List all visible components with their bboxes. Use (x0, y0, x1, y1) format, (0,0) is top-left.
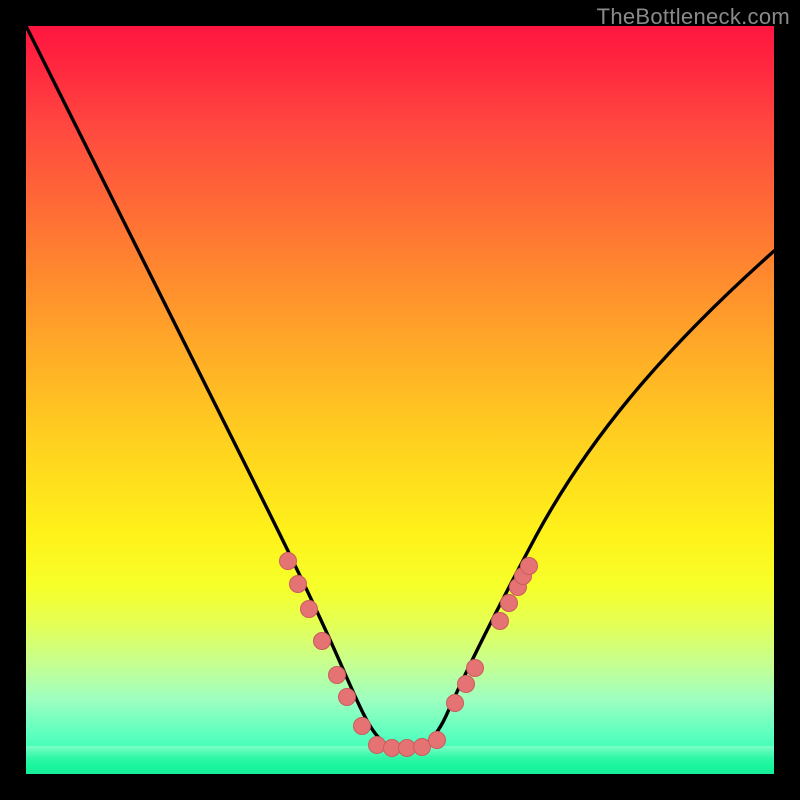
bottleneck-curve (26, 26, 774, 749)
curve-marker (301, 601, 318, 618)
curve-marker (314, 633, 331, 650)
curve-marker (354, 718, 371, 735)
curve-marker (329, 667, 346, 684)
curve-marker (458, 676, 475, 693)
curve-marker (369, 737, 386, 754)
curve-marker (521, 558, 538, 575)
curve-marker (339, 689, 356, 706)
chart-stage: TheBottleneck.com (0, 0, 800, 800)
curve-marker (384, 740, 401, 757)
watermark-text: TheBottleneck.com (597, 4, 790, 30)
curve-marker (429, 732, 446, 749)
curve-layer (26, 26, 774, 774)
curve-marker (414, 739, 431, 756)
curve-marker (447, 695, 464, 712)
marker-group (280, 553, 538, 757)
curve-marker (492, 613, 509, 630)
curve-marker (280, 553, 297, 570)
curve-marker (501, 595, 518, 612)
curve-marker (290, 576, 307, 593)
curve-marker (467, 660, 484, 677)
curve-marker (399, 740, 416, 757)
plot-area (26, 26, 774, 774)
